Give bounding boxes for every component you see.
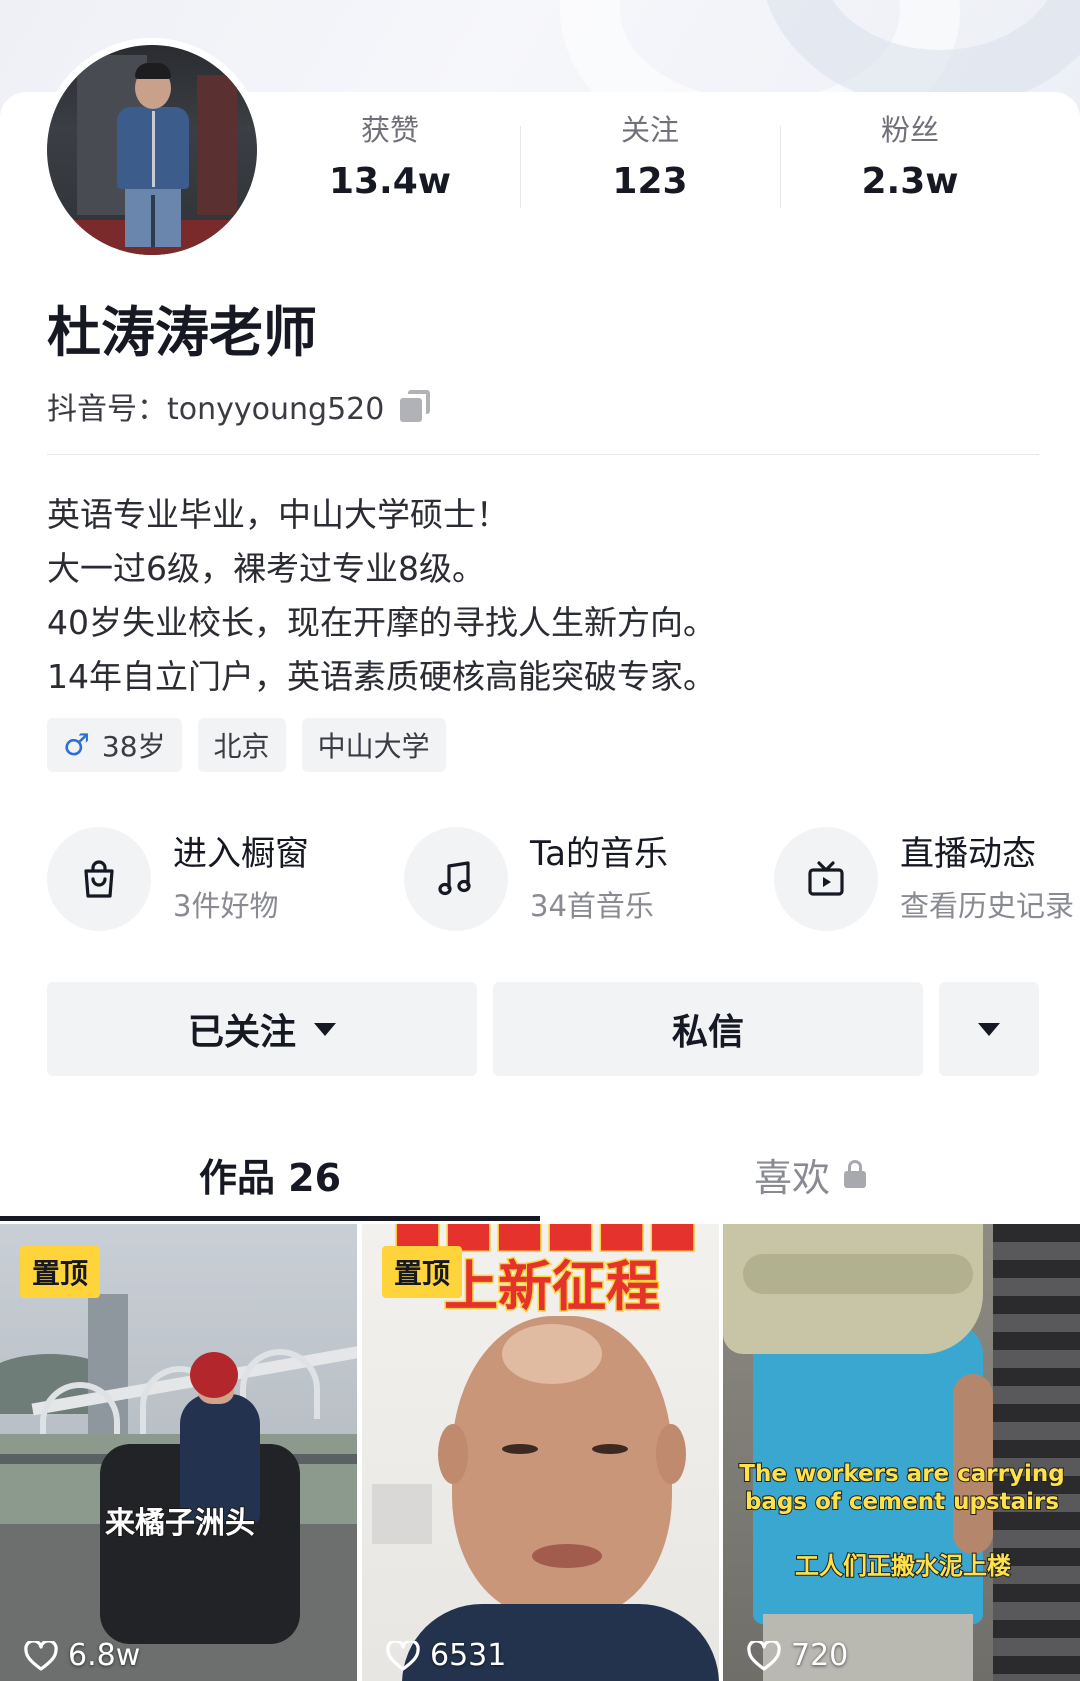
pinned-badge: 置顶 bbox=[382, 1246, 463, 1298]
tv-play-icon bbox=[774, 827, 878, 931]
copy-icon[interactable] bbox=[400, 390, 432, 422]
avatar[interactable] bbox=[47, 45, 257, 255]
stat-label: 粉丝 bbox=[880, 113, 939, 147]
tag-school[interactable]: 中山大学 bbox=[301, 718, 446, 772]
profile-bio: 英语专业毕业，中山大学硕士！ 大一过6级，裸考过专业8级。 40岁失业校长，现在… bbox=[47, 488, 1037, 704]
stat-following[interactable]: 关注 123 bbox=[520, 112, 780, 212]
douyin-id-row: 抖音号：tonyyoung520 bbox=[47, 386, 432, 427]
bio-line: 14年自立门户，英语素质硬核高能突破专家。 bbox=[47, 657, 716, 696]
likes-count: 6531 bbox=[430, 1638, 507, 1673]
tag-label: 中山大学 bbox=[317, 730, 430, 763]
profile-stats: 获赞 13.4w 关注 123 粉丝 2.3w bbox=[260, 112, 1040, 212]
feature-title: Ta的音乐 bbox=[530, 834, 668, 874]
stat-label: 获赞 bbox=[360, 113, 419, 147]
feature-showcase[interactable]: 进入橱窗 3件好物 bbox=[47, 826, 309, 932]
message-label: 私信 bbox=[671, 1012, 744, 1053]
tab-likes[interactable]: 喜欢 bbox=[540, 1126, 1080, 1222]
lock-icon bbox=[844, 1160, 866, 1188]
tag-age: ♂ 38岁 bbox=[47, 718, 182, 772]
video-caption-chinese: 工人们正搬水泥上楼 bbox=[794, 1551, 1012, 1581]
video-grid: 来橘子洲头 置顶 6.8w ■■■■■■ 上新征程 置顶 6531 The wo… bbox=[0, 1224, 1080, 1681]
video-thumbnail[interactable]: The workers are carrying bags of cement … bbox=[723, 1224, 1080, 1681]
stat-divider bbox=[520, 126, 521, 208]
chevron-down-icon bbox=[314, 1022, 336, 1036]
tab-label: 作品 26 bbox=[198, 1155, 342, 1200]
feature-subtitle: 3件好物 bbox=[173, 889, 279, 923]
tab-label: 喜欢 bbox=[753, 1155, 830, 1200]
video-caption: 来橘子洲头 bbox=[104, 1505, 256, 1542]
douyin-id: 抖音号：tonyyoung520 bbox=[47, 392, 385, 427]
feature-title: 进入橱窗 bbox=[173, 834, 309, 874]
likes-count: 720 bbox=[791, 1638, 849, 1673]
heart-icon bbox=[747, 1640, 781, 1671]
music-note-icon bbox=[404, 827, 508, 931]
stat-value: 2.3w bbox=[861, 161, 959, 202]
profile-tags: ♂ 38岁 北京 中山大学 bbox=[47, 718, 446, 772]
followed-label: 已关注 bbox=[187, 1012, 296, 1053]
feature-title: 直播动态 bbox=[900, 834, 1036, 874]
active-tab-indicator bbox=[0, 1216, 540, 1221]
heart-icon bbox=[386, 1640, 420, 1671]
stat-label: 关注 bbox=[620, 113, 679, 147]
video-likes: 6531 bbox=[386, 1638, 506, 1673]
feature-subtitle: 查看历史记录 bbox=[900, 889, 1075, 923]
heart-icon bbox=[24, 1640, 58, 1671]
video-likes: 6.8w bbox=[24, 1638, 140, 1673]
feature-music[interactable]: Ta的音乐 34首音乐 bbox=[404, 826, 668, 932]
stat-value: 13.4w bbox=[328, 161, 452, 202]
video-caption: 上新征程 bbox=[443, 1254, 662, 1320]
stat-likes[interactable]: 获赞 13.4w bbox=[260, 112, 520, 212]
video-thumbnail[interactable]: 来橘子洲头 置顶 6.8w bbox=[0, 1224, 357, 1681]
video-caption-english: The workers are carrying bags of cement … bbox=[738, 1460, 1065, 1516]
profile-name: 杜涛涛老师 bbox=[47, 301, 317, 364]
followed-button[interactable]: 已关注 bbox=[47, 982, 477, 1076]
bio-line: 40岁失业校长，现在开摩的寻找人生新方向。 bbox=[47, 603, 716, 642]
feature-live[interactable]: 直播动态 查看历史记录 bbox=[774, 826, 1074, 932]
profile-page: 获赞 13.4w 关注 123 粉丝 2.3w 杜涛涛老师 抖音号：tonyyo… bbox=[0, 0, 1080, 1681]
section-divider bbox=[47, 454, 1039, 455]
likes-count: 6.8w bbox=[68, 1638, 141, 1673]
feature-entries: 进入橱窗 3件好物 Ta的音乐 34首音乐 直播动态 查看历史记录 bbox=[47, 826, 1080, 936]
tag-location[interactable]: 北京 bbox=[197, 718, 286, 772]
video-thumbnail[interactable]: ■■■■■■ 上新征程 置顶 6531 bbox=[362, 1224, 719, 1681]
content-tabs: 作品 26 喜欢 bbox=[0, 1126, 1080, 1222]
stat-followers[interactable]: 粉丝 2.3w bbox=[780, 112, 1040, 212]
more-dropdown-button[interactable] bbox=[939, 982, 1039, 1076]
male-icon: ♂ bbox=[63, 727, 90, 763]
tag-label: 北京 bbox=[213, 730, 270, 763]
profile-actions: 已关注 私信 bbox=[47, 982, 1039, 1076]
video-likes: 720 bbox=[747, 1638, 848, 1673]
bio-line: 英语专业毕业，中山大学硕士！ bbox=[47, 495, 509, 534]
tag-label: 38岁 bbox=[101, 730, 166, 763]
shopping-bag-icon bbox=[47, 827, 151, 931]
message-button[interactable]: 私信 bbox=[493, 982, 923, 1076]
bio-line: 大一过6级，裸考过专业8级。 bbox=[47, 549, 485, 588]
chevron-down-icon bbox=[978, 1022, 1000, 1036]
feature-subtitle: 34首音乐 bbox=[530, 889, 654, 923]
stat-divider bbox=[780, 126, 781, 208]
stat-value: 123 bbox=[612, 161, 688, 202]
tab-works[interactable]: 作品 26 bbox=[0, 1126, 540, 1222]
pinned-badge: 置顶 bbox=[20, 1246, 101, 1298]
